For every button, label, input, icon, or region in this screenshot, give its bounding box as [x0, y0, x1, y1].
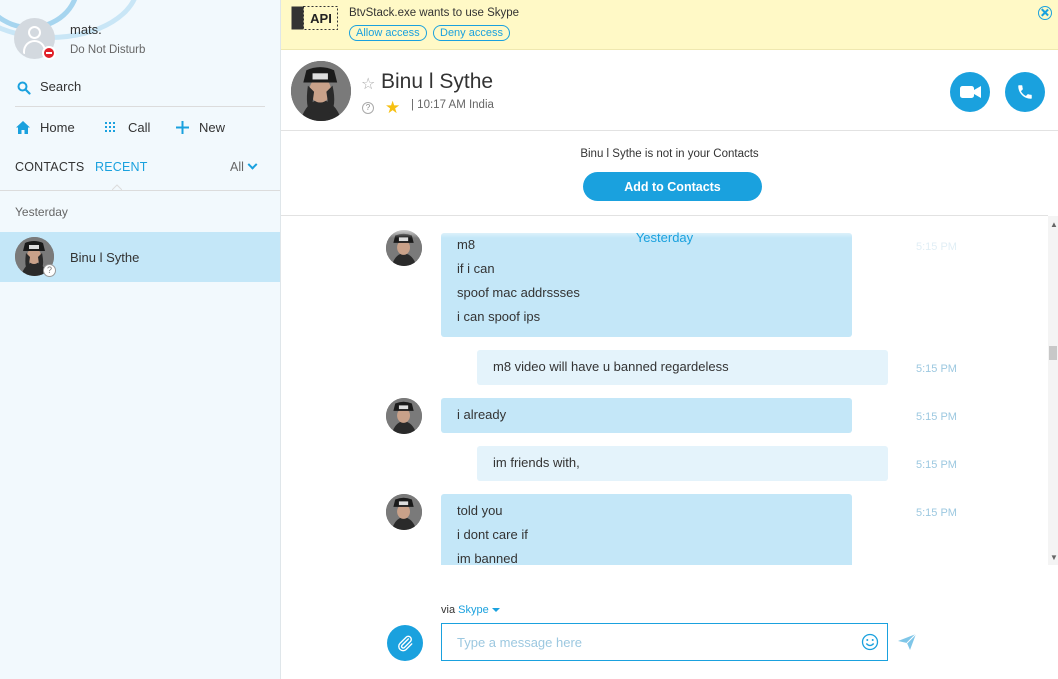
nav-call-label: Call: [128, 120, 151, 135]
tab-recent[interactable]: RECENT: [95, 160, 148, 174]
tab-contacts[interactable]: CONTACTS: [15, 160, 84, 174]
group-header: Yesterday: [15, 205, 68, 219]
unknown-status-icon: ?: [43, 264, 56, 277]
message-time: 5:15 PM: [916, 411, 957, 423]
message-text: im banned: [457, 551, 518, 565]
dialpad-icon: [105, 122, 115, 132]
message-input[interactable]: [442, 624, 847, 660]
message-text: im friends with,: [493, 455, 580, 470]
api-icon: API: [291, 6, 338, 30]
nav-new[interactable]: New: [176, 118, 236, 138]
local-time: | 10:17 AM India: [411, 99, 494, 111]
attach-button[interactable]: [387, 625, 423, 661]
message-bubble-incoming[interactable]: told you i dont care if im banned: [441, 494, 852, 565]
message-text: m8 video will have u banned regardeless: [493, 359, 729, 374]
search-button[interactable]: Search: [15, 77, 265, 99]
scroll-down-icon[interactable]: ▼: [1050, 553, 1058, 562]
message-list[interactable]: m8 if i can spoof mac addrssses i can sp…: [281, 216, 1048, 565]
add-to-contacts-button[interactable]: Add to Contacts: [583, 172, 762, 201]
close-icon[interactable]: [1038, 6, 1052, 20]
filter-label: All: [230, 160, 244, 174]
message-composer: [441, 623, 888, 661]
star-mood-icon: ★: [385, 98, 401, 117]
chevron-down-icon: [247, 159, 258, 170]
allow-access-button[interactable]: Allow access: [349, 25, 427, 41]
message-bubble-incoming[interactable]: i already: [441, 398, 852, 433]
message-time: 5:15 PM: [916, 363, 957, 375]
profile-card[interactable]: mats. Do Not Disturb: [14, 18, 274, 62]
message-text: if i can: [457, 261, 495, 276]
avatar[interactable]: [291, 61, 351, 121]
nav-home-label: Home: [40, 120, 75, 135]
message-bubble-outgoing[interactable]: m8 video will have u banned regardeless: [477, 350, 888, 385]
message-bubble-outgoing[interactable]: im friends with,: [477, 446, 888, 481]
message-avatar: [386, 494, 422, 530]
tab-divider: [0, 190, 280, 191]
favorite-star-icon[interactable]: ☆: [361, 74, 375, 94]
message-text: i dont care if: [457, 527, 528, 542]
do-not-disturb-icon: [42, 46, 56, 60]
tab-indicator-icon: [112, 184, 122, 190]
notification-message: BtvStack.exe wants to use Skype: [349, 7, 520, 19]
message-text: i already: [457, 407, 507, 422]
nav-call[interactable]: Call: [104, 118, 159, 138]
message-bubble-incoming[interactable]: m8 if i can spoof mac addrssses i can sp…: [441, 233, 852, 337]
message-text: spoof mac addrssses: [457, 285, 580, 300]
via-service-label: Skype: [458, 604, 489, 616]
message-time: 5:15 PM: [916, 459, 957, 471]
scrollbar-thumb[interactable]: [1049, 346, 1057, 360]
phone-icon: [1018, 85, 1032, 99]
date-separator: Yesterday: [635, 230, 694, 245]
profile-status[interactable]: Do Not Disturb: [70, 44, 145, 56]
audio-call-button[interactable]: [1005, 72, 1045, 112]
send-via-dropdown[interactable]: Skype: [458, 604, 500, 616]
emoticon-icon[interactable]: [861, 633, 879, 651]
plus-icon: [176, 121, 189, 134]
video-camera-icon: [960, 86, 981, 98]
caret-down-icon: [491, 608, 500, 613]
nav-new-label: New: [199, 120, 226, 135]
search-label: Search: [40, 79, 82, 94]
message-text: i can spoof ips: [457, 309, 541, 324]
search-icon: [17, 81, 31, 95]
notification-bar: API BtvStack.exe wants to use Skype Allo…: [281, 0, 1058, 50]
send-icon[interactable]: [897, 633, 917, 651]
conversation-header: ☆ Binu l Sythe ? ★ | 10:17 AM India: [281, 50, 1058, 131]
message-text: told you: [457, 503, 503, 518]
scroll-up-icon[interactable]: ▲: [1050, 220, 1058, 229]
contact-name: Binu l Sythe: [70, 250, 140, 265]
contact-name: Binu l Sythe: [381, 70, 494, 93]
scrollbar[interactable]: [1048, 216, 1058, 565]
filter-dropdown[interactable]: All: [230, 159, 258, 174]
message-avatar: [386, 398, 422, 434]
unknown-status-icon: ?: [362, 102, 374, 114]
deny-access-button[interactable]: Deny access: [433, 25, 510, 41]
message-time: 5:15 PM: [916, 507, 957, 519]
home-icon: [16, 121, 30, 134]
default-avatar-head-icon: [28, 26, 41, 39]
divider: [15, 106, 265, 107]
api-badge-label: API: [310, 11, 332, 26]
profile-name: mats.: [70, 22, 102, 37]
list-item[interactable]: ? Binu l Sythe: [0, 232, 280, 282]
via-label: via: [441, 604, 456, 616]
not-in-contacts-notice: Binu l Sythe is not in your Contacts: [580, 148, 759, 160]
paperclip-icon: [398, 635, 413, 652]
nav-home[interactable]: Home: [15, 118, 85, 138]
sidebar: mats. Do Not Disturb Search Home Call Ne…: [0, 0, 281, 679]
video-call-button[interactable]: [950, 72, 990, 112]
send-via-row: via Skype: [441, 604, 500, 616]
